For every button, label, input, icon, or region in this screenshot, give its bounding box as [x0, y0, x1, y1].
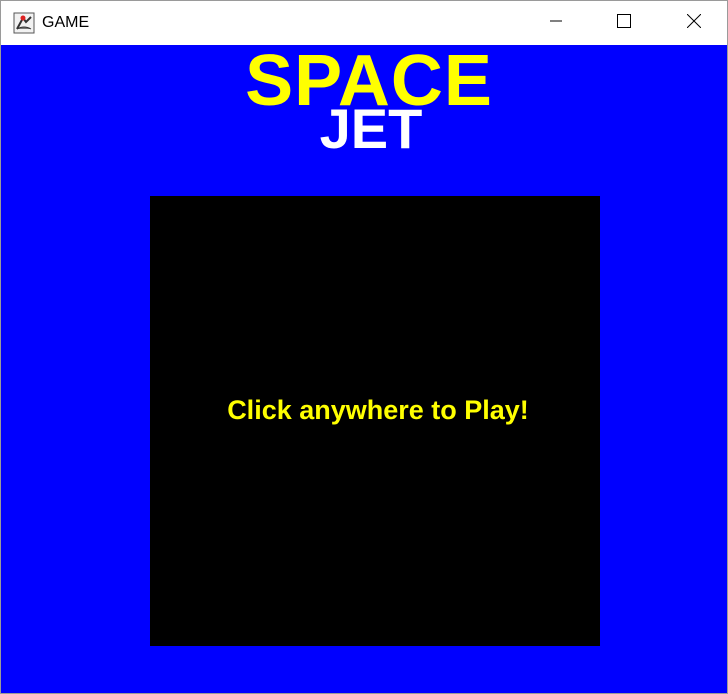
close-button[interactable]	[671, 1, 717, 45]
play-prompt[interactable]: Click anywhere to Play!	[150, 394, 606, 426]
window-title: GAME	[42, 14, 90, 31]
play-panel[interactable]: Click anywhere to Play!	[150, 196, 600, 646]
minimize-icon	[550, 14, 562, 32]
minimize-button[interactable]	[533, 1, 579, 45]
java-app-icon	[13, 12, 35, 34]
maximize-button[interactable]	[601, 1, 647, 45]
game-window: GAME SPACE JET Click anywhere to Play!	[0, 0, 728, 694]
game-title-jet: JET	[319, 97, 423, 160]
title-bar[interactable]: GAME	[1, 1, 727, 45]
maximize-icon	[617, 13, 631, 33]
game-area[interactable]: SPACE JET Click anywhere to Play!	[1, 45, 727, 693]
close-icon	[686, 13, 702, 33]
